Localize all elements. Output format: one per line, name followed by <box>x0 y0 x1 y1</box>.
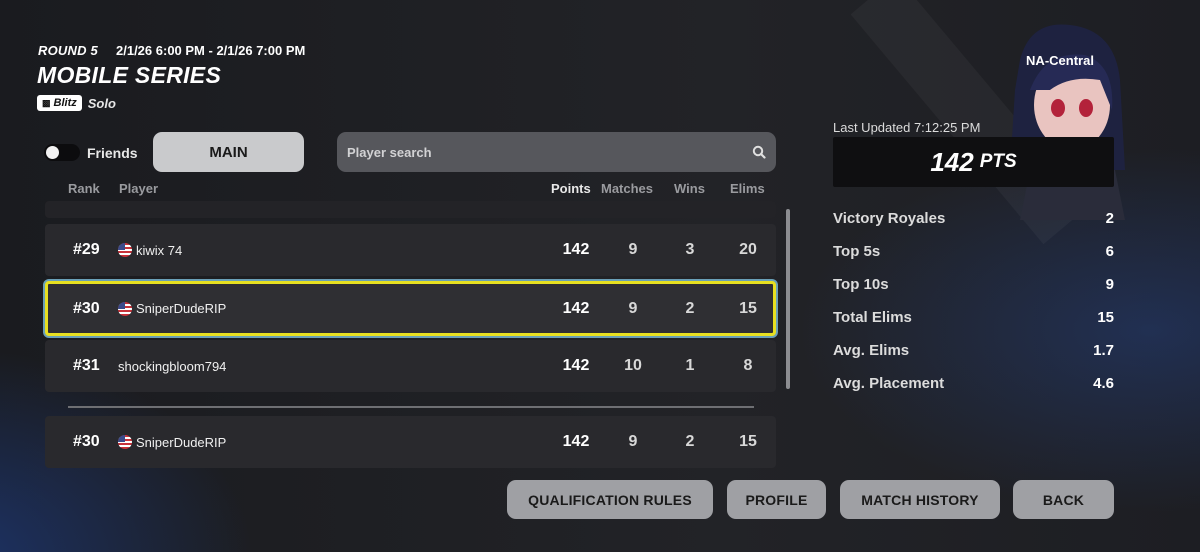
friends-toggle[interactable] <box>44 144 80 161</box>
row-elims: 8 <box>743 357 753 374</box>
search-icon[interactable] <box>752 145 766 159</box>
mode-badge: ▩ Blitz <box>37 95 82 111</box>
row-rank: #30 <box>73 433 100 450</box>
mode-badge-label: Blitz <box>53 97 77 109</box>
header-rank: Rank <box>68 181 100 196</box>
row-matches: 9 <box>628 433 638 450</box>
divider <box>68 406 754 408</box>
header-matches[interactable]: Matches <box>601 181 653 196</box>
stat-label: Avg. Elims <box>833 342 910 359</box>
back-button[interactable]: BACK <box>1013 480 1114 519</box>
row-rank: #29 <box>73 241 100 258</box>
row-points: 142 <box>562 241 590 258</box>
row-rank: #30 <box>73 299 100 317</box>
header-elims[interactable]: Elims <box>730 181 765 196</box>
row-player: SniperDudeRIP <box>118 284 226 333</box>
stat-value: 15 <box>1097 309 1114 326</box>
stat-value: 6 <box>1105 243 1114 260</box>
stat-label: Avg. Placement <box>833 375 945 392</box>
row-elims: 20 <box>739 241 757 258</box>
friends-label: Friends <box>87 145 138 161</box>
stat-label: Total Elims <box>833 309 912 326</box>
last-updated: Last Updated 7:12:25 PM <box>833 120 981 135</box>
header-points[interactable]: Points <box>551 181 591 196</box>
us-flag-icon <box>118 435 132 449</box>
player-name: shockingbloom794 <box>118 358 227 374</box>
table-row-partial[interactable] <box>45 201 776 218</box>
row-player: shockingbloom794 <box>118 340 226 392</box>
header-player: Player <box>119 181 159 196</box>
table-row-selected[interactable]: #30 SniperDudeRIP 142 9 2 15 <box>45 281 776 336</box>
row-wins: 1 <box>685 357 695 374</box>
points-value: 142 <box>930 146 974 177</box>
stat-label: Top 10s <box>833 276 889 293</box>
player-name: SniperDudeRIP <box>136 301 227 316</box>
us-flag-icon <box>118 301 132 316</box>
row-elims: 15 <box>739 433 757 450</box>
stat-value: 2 <box>1105 210 1114 227</box>
row-player: SniperDudeRIP <box>118 416 226 468</box>
region-label: NA-Central <box>1026 53 1094 68</box>
row-points: 142 <box>562 433 590 450</box>
profile-button[interactable]: PROFILE <box>727 480 826 519</box>
row-matches: 9 <box>628 241 638 258</box>
row-points: 142 <box>562 299 590 317</box>
scrollbar[interactable] <box>786 209 790 389</box>
row-wins: 3 <box>685 241 695 258</box>
table-row[interactable]: #31 shockingbloom794 142 10 1 8 <box>45 340 776 392</box>
row-matches: 9 <box>628 299 638 317</box>
stat-label: Victory Royales <box>833 210 946 227</box>
mode-type: Solo <box>87 95 116 111</box>
row-elims: 15 <box>739 299 757 317</box>
page-title: MOBILE SERIES <box>37 62 222 88</box>
points-box: 142 PTS <box>833 137 1114 187</box>
row-rank: #31 <box>73 357 100 374</box>
row-wins: 2 <box>685 433 695 450</box>
mode-row: ▩ Blitz Solo <box>37 95 116 111</box>
header-wins[interactable]: Wins <box>674 181 705 196</box>
player-search-input[interactable]: Player search <box>337 132 776 172</box>
row-points: 142 <box>562 357 590 374</box>
search-placeholder: Player search <box>347 144 432 160</box>
toggle-knob <box>46 146 59 159</box>
bag-icon: ▩ <box>42 97 51 108</box>
stat-value: 4.6 <box>1093 375 1114 392</box>
round-label: ROUND 5 <box>38 43 98 58</box>
player-avatar <box>1010 24 1125 220</box>
row-wins: 2 <box>685 299 695 317</box>
row-player: kiwix 74 <box>118 224 182 276</box>
table-row[interactable]: #29 kiwix 74 142 9 3 20 <box>45 224 776 276</box>
player-name: kiwix 74 <box>136 242 183 258</box>
stat-value: 1.7 <box>1093 342 1114 359</box>
stat-label: Top 5s <box>833 243 881 260</box>
player-name: SniperDudeRIP <box>136 434 227 450</box>
tab-main[interactable]: MAIN <box>153 132 304 172</box>
stat-value: 9 <box>1105 276 1114 293</box>
round-dates: 2/1/26 6:00 PM - 2/1/26 7:00 PM <box>116 43 306 58</box>
match-history-button[interactable]: MATCH HISTORY <box>840 480 1000 519</box>
points-unit: PTS <box>979 151 1017 172</box>
us-flag-icon <box>118 243 132 257</box>
own-row[interactable]: #30 SniperDudeRIP 142 9 2 15 <box>45 416 776 468</box>
row-matches: 10 <box>624 357 642 374</box>
qualification-rules-button[interactable]: QUALIFICATION RULES <box>507 480 713 519</box>
